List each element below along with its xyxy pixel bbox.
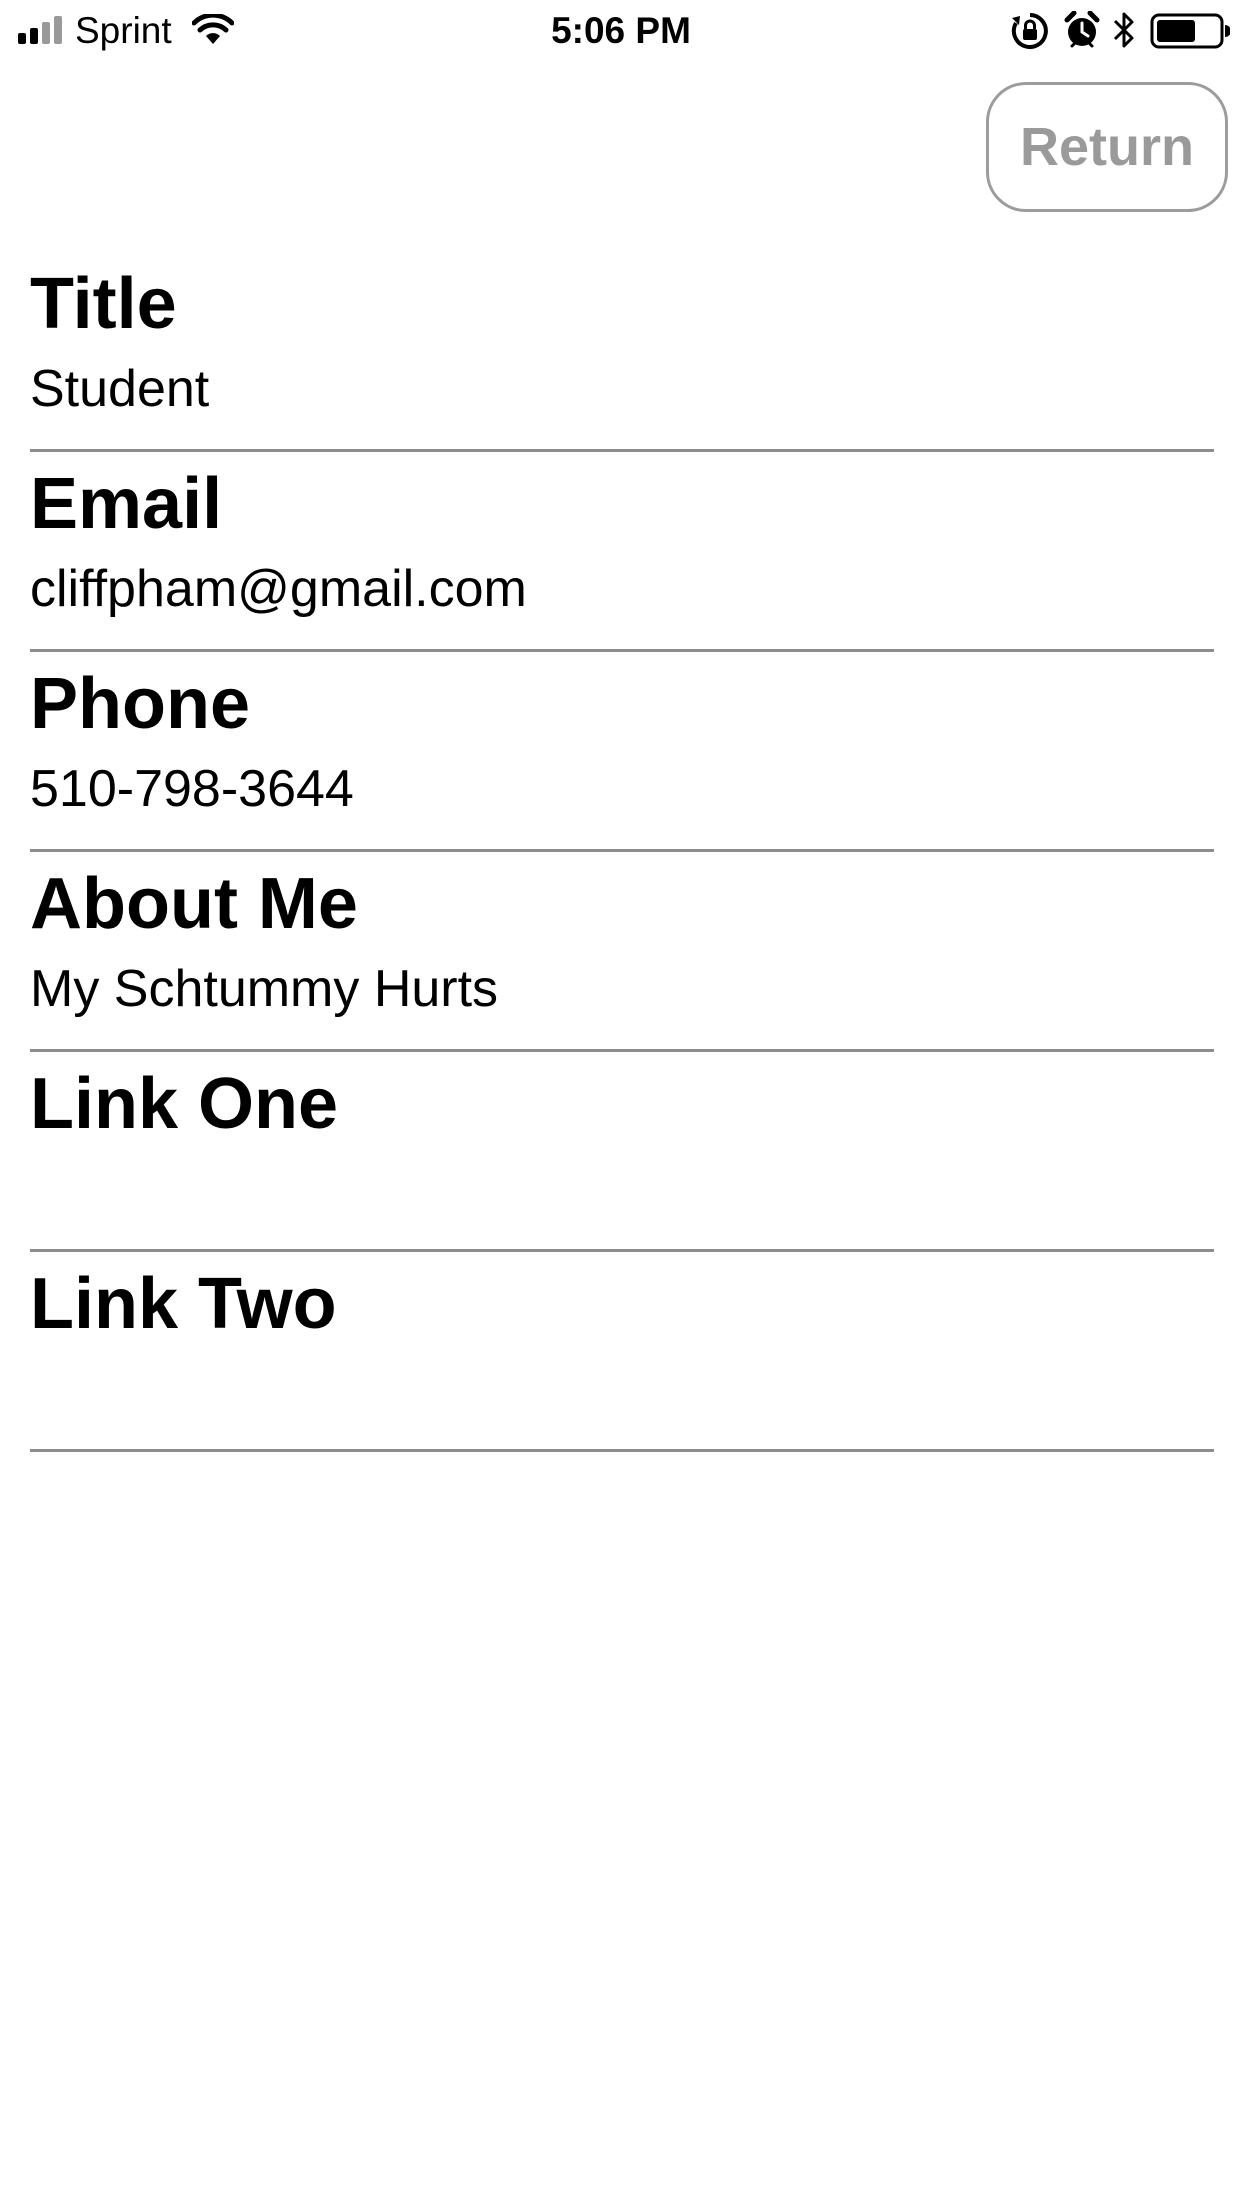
field-link-one: Link One	[30, 1052, 1214, 1252]
divider	[30, 1449, 1214, 1452]
field-label: Link Two	[30, 1264, 337, 1344]
battery-icon	[1150, 13, 1230, 49]
status-time: 5:06 PM	[551, 10, 691, 51]
bluetooth-icon	[1113, 12, 1134, 48]
field-email: Email cliffpham@gmail.com	[30, 452, 1214, 652]
field-label: About Me	[30, 864, 358, 944]
status-bar: Sprint 5:06 PM	[0, 0, 1242, 62]
field-label: Email	[30, 464, 223, 544]
field-label: Link One	[30, 1064, 339, 1144]
field-value[interactable]: 510-798-3644	[30, 758, 354, 820]
field-link-two: Link Two	[30, 1252, 1214, 1452]
return-button[interactable]: Return	[986, 82, 1228, 212]
alarm-icon	[1064, 11, 1100, 48]
profile-screen: Sprint 5:06 PM Return Title Student Emai…	[0, 0, 1242, 2208]
field-title: Title Student	[30, 252, 1214, 452]
field-value[interactable]: My Schtummy Hurts	[30, 958, 498, 1020]
field-label: Title	[30, 264, 177, 344]
field-phone: Phone 510-798-3644	[30, 652, 1214, 852]
rotation-lock-icon	[1011, 13, 1048, 49]
field-value[interactable]: cliffpham@gmail.com	[30, 558, 527, 620]
profile-fields: Title Student Email cliffpham@gmail.com …	[30, 252, 1214, 1452]
field-about-me: About Me My Schtummy Hurts	[30, 852, 1214, 1052]
field-value[interactable]: Student	[30, 358, 209, 420]
field-label: Phone	[30, 664, 251, 744]
